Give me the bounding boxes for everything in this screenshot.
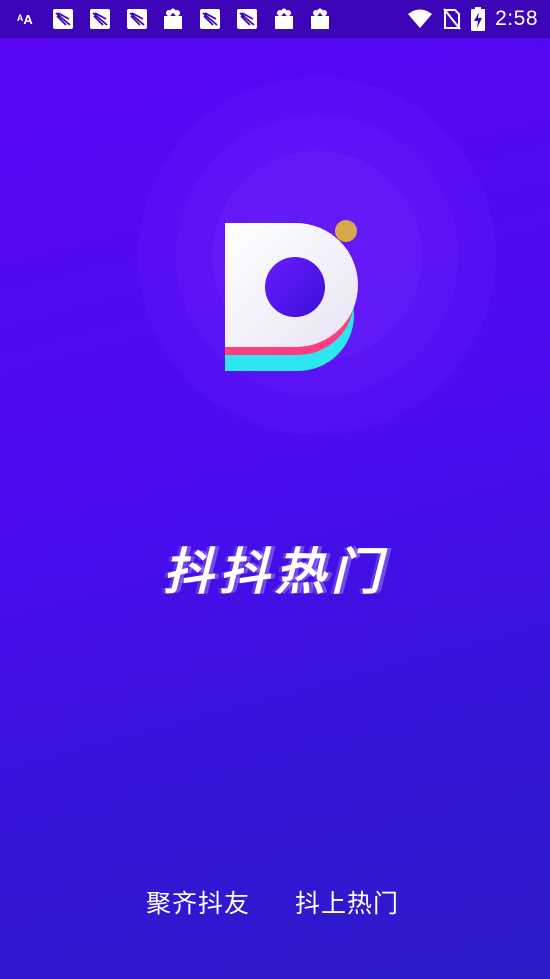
- slogan-right: 抖上热门: [295, 889, 400, 918]
- bag-icon: [164, 8, 182, 29]
- battery-charging-icon: [471, 7, 486, 31]
- wifi-icon: [408, 9, 433, 28]
- kite-icon: [200, 9, 220, 29]
- kite-icon: [90, 9, 110, 29]
- clock: 2:58: [495, 7, 538, 30]
- keyboard-icon: ᴬA: [17, 12, 33, 27]
- slogan-left: 聚齐抖友: [146, 889, 251, 918]
- bag-icon: [311, 8, 329, 29]
- status-bar: ᴬA 2:58: [0, 0, 550, 38]
- no-sim-icon: [443, 8, 461, 30]
- system-status: 2:58: [407, 0, 538, 38]
- kite-icon: [127, 9, 147, 29]
- svg-text:ᴬA: ᴬA: [17, 12, 33, 27]
- kite-icon: [237, 9, 257, 29]
- kite-icon: [53, 9, 73, 29]
- app-name: 抖抖热门: [163, 543, 387, 601]
- bag-icon: [275, 8, 293, 29]
- app-logo: [225, 220, 358, 371]
